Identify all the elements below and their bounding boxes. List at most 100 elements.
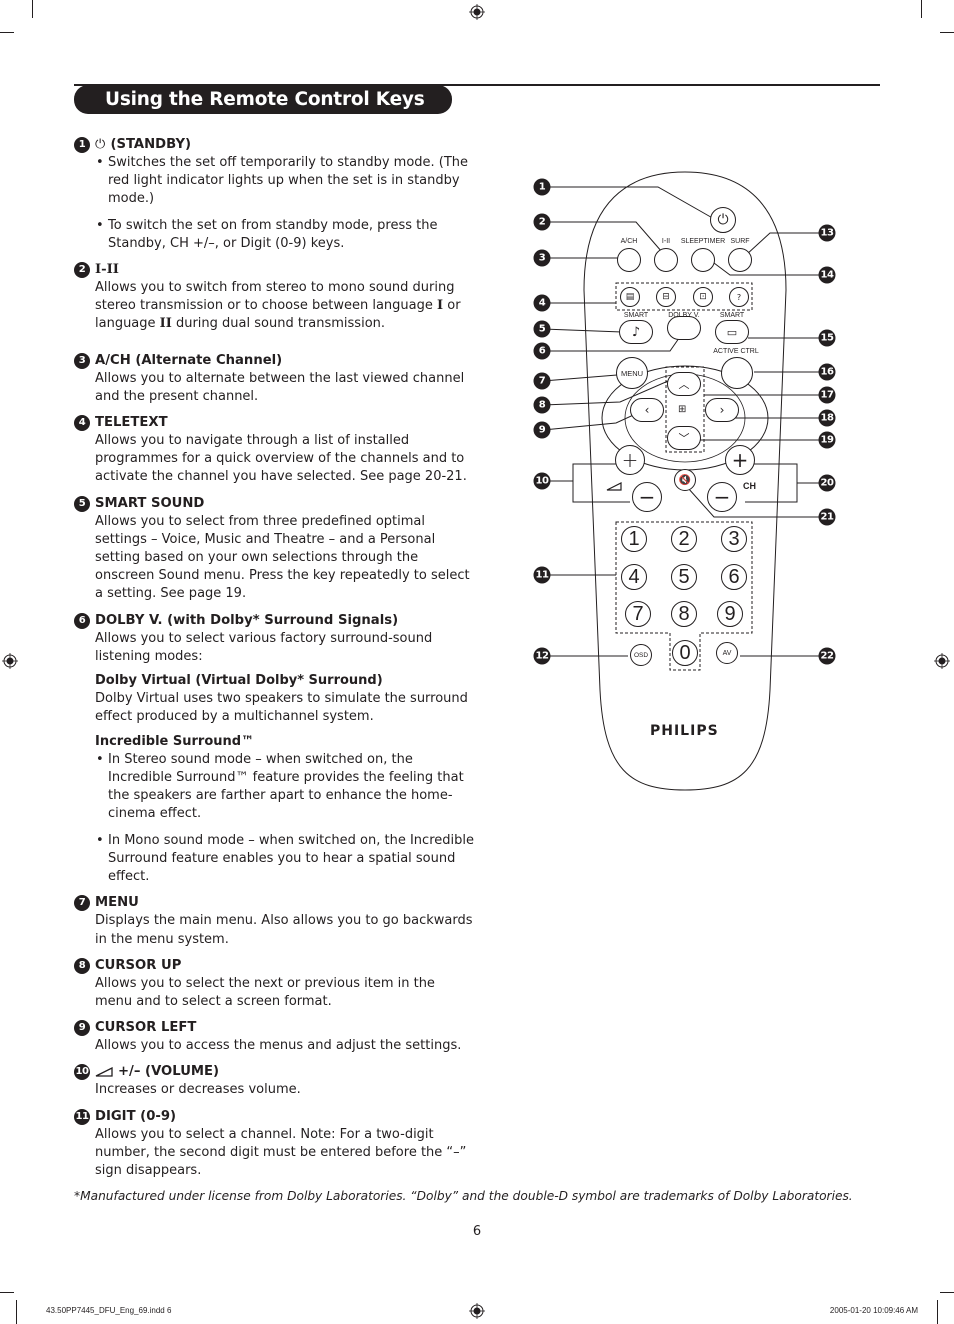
callout-19: 19 — [818, 431, 836, 449]
page-number: 6 — [472, 1224, 482, 1239]
callout-14: 14 — [818, 266, 836, 284]
callout-8: 8 — [533, 396, 551, 414]
remote-control-diagram: A/CH I-II SLEEPTIMER SURF SMART DOLBY V.… — [520, 160, 850, 800]
dolby-v-button[interactable] — [667, 316, 701, 340]
callout-number: 3 — [74, 352, 90, 369]
cursor-down-button[interactable]: ﹀ — [667, 426, 701, 450]
label-smart-picture: SMART — [719, 312, 745, 319]
callout-17: 17 — [818, 386, 836, 404]
volume-icon — [606, 482, 622, 491]
callout-number: 5 — [74, 495, 90, 512]
callout-number: 2 — [74, 262, 90, 279]
plus-icon: + — [731, 448, 749, 472]
section-body: Dolby Virtual uses two speakers to simul… — [95, 691, 468, 725]
subsection-heading: Incredible Surround™ — [95, 733, 255, 749]
callout-3: 3 — [533, 249, 551, 267]
chevron-down-icon: ﹀ — [678, 432, 690, 445]
mute-button[interactable]: 🔇 — [674, 469, 696, 491]
key-descriptions: 1 ⏻ (STANDBY) Switches the set off tempo… — [74, 136, 474, 1188]
digit-5-button[interactable]: 5 — [671, 564, 697, 590]
label-i-ii: I-II — [661, 238, 671, 245]
label-ach: A/CH — [620, 238, 638, 245]
chevron-right-icon: › — [719, 403, 725, 417]
osd-label: OSD — [633, 651, 649, 659]
crop-mark — [921, 0, 922, 18]
chevron-left-icon: ‹ — [644, 403, 650, 417]
print-timestamp: 2005-01-20 10:09:46 AM — [829, 1306, 918, 1315]
digit-6-button[interactable]: 6 — [721, 564, 747, 590]
cursor-left-button[interactable]: ‹ — [630, 398, 664, 422]
minus-icon: − — [638, 485, 656, 509]
teletext-icon: ▤ — [625, 292, 635, 302]
section-body: Allows you to select from three predefin… — [95, 513, 470, 602]
section-body: Allows you to alternate between the last… — [95, 370, 465, 404]
smart-picture-button[interactable]: ▭ — [715, 320, 749, 344]
volume-up-button[interactable]: + — [615, 445, 645, 475]
standby-button[interactable]: ⏻ — [710, 207, 736, 233]
smart-sound-button[interactable]: ♪ — [619, 320, 653, 344]
label-sleeptimer: SLEEPTIMER — [680, 238, 726, 245]
sleeptimer-button[interactable] — [691, 248, 715, 272]
cursor-up-button[interactable]: ︿ — [667, 372, 701, 396]
callout-4: 4 — [533, 294, 551, 312]
section-heading: A/CH (Alternate Channel) — [95, 352, 283, 368]
section-heading: TELETEXT — [95, 415, 168, 431]
teletext-hold-button[interactable]: ⊟ — [656, 287, 676, 307]
digit-2-button[interactable]: 2 — [671, 526, 697, 552]
plus-icon: + — [621, 448, 639, 472]
digit-0-button[interactable]: 0 — [672, 640, 698, 666]
callout-number: 9 — [74, 1020, 90, 1037]
digit-7-button[interactable]: 7 — [625, 601, 651, 627]
label-surf: SURF — [730, 238, 750, 245]
subsection-heading: Dolby Virtual (Virtual Dolby* Surround) — [95, 673, 383, 689]
section-heading: DIGIT (0-9) — [95, 1108, 177, 1124]
teletext-reveal-button[interactable]: ? — [729, 287, 749, 307]
callout-number: 4 — [74, 415, 90, 432]
menu-button[interactable]: MENU — [616, 357, 648, 389]
page-title: Using the Remote Control Keys — [74, 85, 452, 114]
section-body: Allows you to select various factory sur… — [95, 630, 433, 664]
channel-up-button[interactable]: + — [725, 445, 755, 475]
section-heading: CURSOR UP — [95, 957, 182, 973]
section-body: Allows you to select a channel. Note: Fo… — [95, 1126, 467, 1178]
section-body: Allows you to switch from stereo to mono… — [95, 280, 455, 314]
callout-13: 13 — [818, 224, 836, 242]
surf-button[interactable] — [728, 248, 752, 272]
callout-6: 6 — [533, 342, 551, 360]
teletext-reveal-icon: ? — [736, 292, 742, 302]
callout-number: 7 — [74, 895, 90, 912]
active-ctrl-button[interactable] — [721, 357, 753, 389]
minus-icon: − — [713, 485, 731, 509]
ach-button[interactable] — [617, 248, 641, 272]
section-menu: 7 MENU Displays the main menu. Also allo… — [74, 894, 474, 948]
teletext-mix-button[interactable]: ⊡ — [693, 287, 713, 307]
brand-logo: PHILIPS — [650, 723, 719, 739]
osd-button[interactable]: OSD — [630, 644, 652, 666]
section-body: Allows you to navigate through a list of… — [95, 433, 467, 485]
i-ii-button[interactable] — [654, 248, 678, 272]
digit-1-button[interactable]: 1 — [621, 526, 647, 552]
registration-mark-icon — [469, 4, 485, 20]
label-active-ctrl: ACTIVE CTRL — [713, 348, 759, 355]
teletext-button[interactable]: ▤ — [620, 287, 640, 307]
digit-8-button[interactable]: 8 — [671, 601, 697, 627]
registration-mark-icon — [2, 653, 18, 669]
section-heading: I-II — [95, 262, 119, 278]
callout-number: 1 — [74, 137, 90, 153]
teletext-expand-icon: ⊟ — [662, 292, 670, 302]
av-button[interactable]: AV — [716, 642, 738, 664]
power-icon: ⏻ — [717, 212, 729, 228]
digit-9-button[interactable]: 9 — [717, 601, 743, 627]
registration-mark-icon — [934, 653, 950, 669]
section-heading: (STANDBY) — [110, 137, 192, 152]
cursor-right-button[interactable]: › — [705, 398, 739, 422]
section-heading: CURSOR LEFT — [95, 1020, 197, 1036]
digit-3-button[interactable]: 3 — [721, 526, 747, 552]
callout-16: 16 — [818, 363, 836, 381]
channel-down-button[interactable]: − — [707, 482, 737, 512]
digit-4-button[interactable]: 4 — [621, 564, 647, 590]
volume-down-button[interactable]: − — [632, 482, 662, 512]
section-volume: 10 +/– (VOLUME) Increases or decreases v… — [74, 1063, 474, 1099]
crop-mark — [940, 1292, 954, 1293]
section-cursor-up: 8 CURSOR UP Allows you to select the nex… — [74, 957, 474, 1011]
